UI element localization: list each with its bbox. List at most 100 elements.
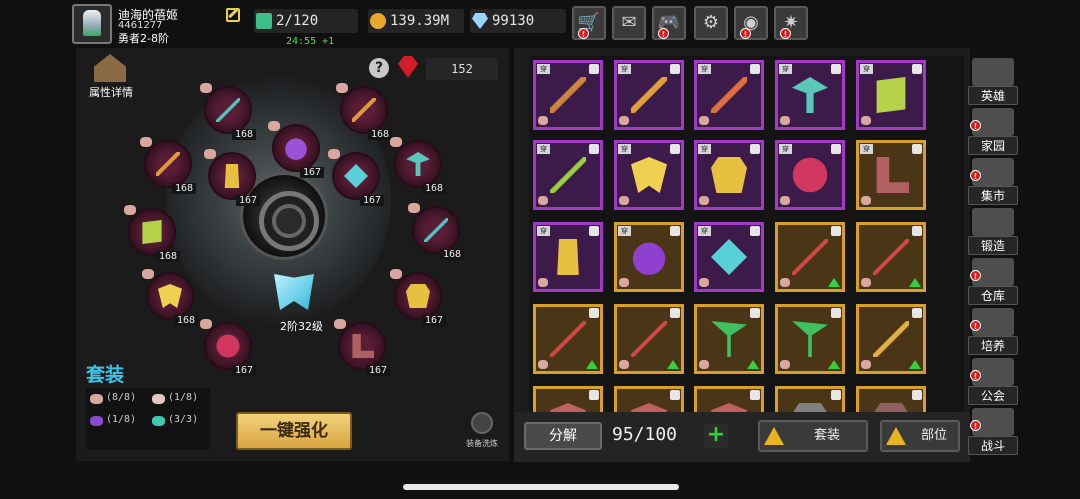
lock-icon[interactable] bbox=[750, 144, 760, 154]
inventory-item-axe[interactable]: 穿 bbox=[775, 60, 845, 130]
equipment-slot-relic[interactable]: 167 bbox=[328, 149, 384, 206]
lock-icon[interactable] bbox=[670, 144, 680, 154]
lock-icon[interactable] bbox=[912, 64, 922, 74]
lock-icon[interactable] bbox=[750, 64, 760, 74]
equipment-slot-armor[interactable]: 167 bbox=[390, 269, 446, 326]
sort-by-part-button[interactable]: 部位 bbox=[880, 420, 960, 452]
equipment-slot-helm[interactable]: 168 bbox=[142, 269, 198, 326]
shop-button[interactable]: 🛒! bbox=[572, 6, 606, 40]
lock-icon[interactable] bbox=[912, 308, 922, 318]
inventory-item-sword[interactable]: 穿 bbox=[694, 60, 764, 130]
lock-icon[interactable] bbox=[589, 64, 599, 74]
home-indicator[interactable] bbox=[403, 484, 679, 490]
lock-icon[interactable] bbox=[750, 390, 760, 400]
nav-market[interactable]: 集市! bbox=[968, 156, 1018, 205]
wings-equipment-slot[interactable] bbox=[266, 272, 322, 320]
lock-icon[interactable] bbox=[670, 390, 680, 400]
mail-button[interactable]: ✉ bbox=[612, 6, 646, 40]
lock-icon[interactable] bbox=[589, 390, 599, 400]
decompose-button[interactable]: 分解 bbox=[524, 422, 602, 450]
nav-guild[interactable]: 公会! bbox=[968, 356, 1018, 405]
alert-badge: ! bbox=[658, 28, 669, 39]
equipment-slot-staff[interactable]: 168 bbox=[408, 203, 464, 260]
set-progress: (1/8) bbox=[168, 392, 199, 403]
inventory-item-spear[interactable] bbox=[614, 304, 684, 374]
inventory-item-staff[interactable]: 穿 bbox=[533, 140, 603, 210]
inventory-item-helm[interactable] bbox=[533, 386, 603, 412]
lock-icon[interactable] bbox=[750, 308, 760, 318]
inventory-item-spear[interactable] bbox=[533, 304, 603, 374]
lock-icon[interactable] bbox=[589, 308, 599, 318]
enhance-all-button[interactable]: 一键强化 bbox=[236, 412, 352, 450]
attribute-details-button[interactable]: 属性详情 bbox=[83, 52, 139, 100]
inventory-item-boots[interactable]: 穿 bbox=[856, 140, 926, 210]
nav-wizard[interactable]: 培养! bbox=[968, 306, 1018, 355]
inventory-item-bow[interactable]: 穿 bbox=[614, 60, 684, 130]
gold-counter[interactable]: 139.39M bbox=[368, 9, 464, 33]
equipment-slot-ring[interactable]: 167 bbox=[200, 319, 256, 376]
inventory-item-armor[interactable] bbox=[856, 386, 926, 412]
inventory-item-spear[interactable] bbox=[856, 222, 926, 292]
inventory-item-ring[interactable]: 穿 bbox=[775, 140, 845, 210]
sort-by-set-button[interactable]: 套装 bbox=[758, 420, 868, 452]
help-icon[interactable]: ? bbox=[369, 58, 389, 78]
effect-button[interactable]: ✷! bbox=[774, 6, 808, 40]
inventory-item-helm[interactable] bbox=[694, 386, 764, 412]
lock-icon[interactable] bbox=[589, 226, 599, 236]
lock-icon[interactable] bbox=[831, 390, 841, 400]
inventory-grid[interactable]: 穿穿穿穿穿穿穿穿穿穿穿穿穿 bbox=[529, 56, 964, 412]
equipment-slot-staff[interactable]: 168 bbox=[200, 83, 256, 140]
inventory-item-helm[interactable] bbox=[614, 386, 684, 412]
lock-icon[interactable] bbox=[831, 308, 841, 318]
inventory-item-tome[interactable]: 穿 bbox=[856, 60, 926, 130]
nav-portal[interactable]: 战斗! bbox=[968, 406, 1018, 455]
inventory-item-bow[interactable]: 穿 bbox=[533, 60, 603, 130]
equipment-slot-gauntlet[interactable]: 167 bbox=[204, 149, 260, 206]
set-emblem-icon bbox=[619, 360, 629, 369]
expand-inventory-button[interactable]: + bbox=[704, 424, 728, 448]
equipment-slot-bow[interactable]: 168 bbox=[336, 83, 392, 140]
lock-icon[interactable] bbox=[670, 226, 680, 236]
nav-warehouse[interactable]: 仓库! bbox=[968, 256, 1018, 305]
equipment-slot-amulet[interactable]: 167 bbox=[268, 121, 324, 178]
lock-icon[interactable] bbox=[831, 64, 841, 74]
tome-icon bbox=[876, 77, 906, 113]
lock-icon[interactable] bbox=[750, 226, 760, 236]
lock-icon[interactable] bbox=[831, 226, 841, 236]
inventory-item-staff[interactable] bbox=[856, 304, 926, 374]
equipment-slot-tome[interactable]: 168 bbox=[124, 205, 180, 262]
inventory-item-relic[interactable]: 穿 bbox=[694, 222, 764, 292]
lock-icon[interactable] bbox=[670, 64, 680, 74]
inventory-item-scythe[interactable] bbox=[775, 304, 845, 374]
inventory-item-gauntlet[interactable]: 穿 bbox=[533, 222, 603, 292]
edit-name-icon[interactable] bbox=[226, 8, 240, 22]
equipment-slot-bow[interactable]: 168 bbox=[140, 137, 196, 194]
gamepad-button[interactable]: 🎮! bbox=[652, 6, 686, 40]
reforge-button[interactable]: 装备洗炼 bbox=[460, 412, 504, 452]
inventory-item-armor[interactable]: 穿 bbox=[694, 140, 764, 210]
equipment-slot-boots[interactable]: 167 bbox=[334, 319, 390, 376]
equipment-slot-axe[interactable]: 168 bbox=[390, 137, 446, 194]
inventory-item-amulet[interactable]: 穿 bbox=[614, 222, 684, 292]
nav-label: 公会 bbox=[968, 386, 1018, 405]
lock-icon[interactable] bbox=[589, 144, 599, 154]
nav-anvil[interactable]: 锻造 bbox=[968, 206, 1018, 255]
color-wheel-button[interactable]: ◉! bbox=[734, 6, 768, 40]
lock-icon[interactable] bbox=[670, 308, 680, 318]
lock-icon[interactable] bbox=[912, 390, 922, 400]
set-emblem-icon bbox=[780, 196, 790, 205]
inventory-item-scythe[interactable] bbox=[694, 304, 764, 374]
player-avatar[interactable] bbox=[72, 4, 112, 44]
gem-counter[interactable]: 99130 bbox=[470, 9, 566, 33]
lock-icon[interactable] bbox=[912, 144, 922, 154]
lock-icon[interactable] bbox=[831, 144, 841, 154]
lock-icon[interactable] bbox=[912, 226, 922, 236]
inventory-item-helm[interactable]: 穿 bbox=[614, 140, 684, 210]
nav-helmet[interactable]: 英雄 bbox=[968, 56, 1018, 105]
inventory-item-spear[interactable] bbox=[775, 222, 845, 292]
settings-button[interactable]: ⚙ bbox=[694, 6, 728, 40]
boots-icon bbox=[876, 157, 909, 193]
inventory-item-armor[interactable] bbox=[775, 386, 845, 412]
energy-counter[interactable]: 2/120 bbox=[254, 9, 358, 33]
nav-castle[interactable]: 家园! bbox=[968, 106, 1018, 155]
